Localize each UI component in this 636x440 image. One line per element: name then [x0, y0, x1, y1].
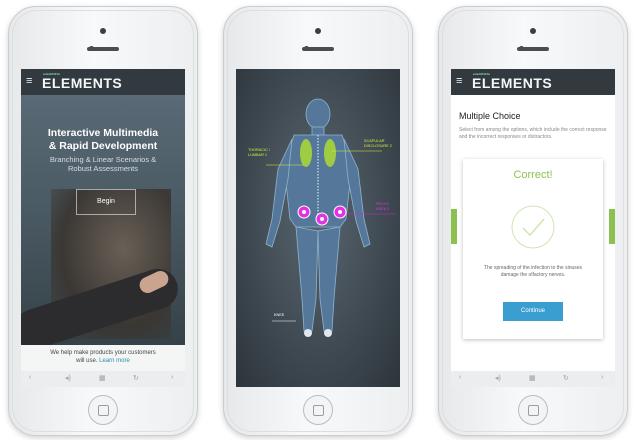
volume-icon[interactable]: ◂) [495, 374, 501, 382]
phone-3: ≡ eLEARNING ELEMENTS Multiple Choice Sel… [438, 6, 628, 436]
phone-1: ≡ eLEARNING ELEMENTS Interactive Multime… [8, 6, 198, 436]
camera-icon [315, 28, 321, 34]
footer-text-line1: We help make products your customers [50, 350, 156, 356]
hero-sub-line1: Branching & Linear Scenarios & [49, 155, 157, 164]
hamburger-icon[interactable]: ≡ [26, 76, 32, 87]
screen-2: THORACIC / LUMBAR 1 SCAPULAR DISCLOSURE … [236, 69, 400, 387]
screen-3: ≡ eLEARNING ELEMENTS Multiple Choice Sel… [451, 69, 615, 387]
grid-icon[interactable]: ▦ [99, 374, 106, 382]
camera-icon [530, 28, 536, 34]
feet [304, 329, 332, 337]
feedback-text: The spreading of the infection to the si… [483, 265, 583, 278]
app-header: ≡ eLEARNING ELEMENTS [451, 69, 615, 95]
pelvic-label: PELVIC AREA 3 [376, 202, 389, 212]
scapular-label: SCAPULAR DISCLOSURE 2 [364, 139, 392, 149]
speaker-grille [87, 47, 119, 51]
learn-more-link[interactable]: Learn more [99, 358, 130, 364]
pelvic-label-line2: AREA 3 [376, 207, 390, 211]
back-icon[interactable]: ‹ [29, 374, 31, 381]
refresh-icon[interactable]: ↻ [133, 374, 139, 382]
hero-subtitle: Branching & Linear Scenarios & Robust As… [29, 155, 177, 173]
hamburger-icon[interactable]: ≡ [456, 76, 462, 87]
question-instructions: Select from among the options, which inc… [459, 127, 607, 140]
app-header: ≡ eLEARNING ELEMENTS [21, 69, 185, 95]
brand-logo: ELEMENTS [42, 75, 123, 91]
footer-text: will use. [76, 358, 98, 364]
home-button[interactable] [518, 395, 548, 425]
browser-toolbar: ‹ ◂) ▦ ↻ › [21, 371, 185, 387]
hero-title: Interactive Multimedia & Rapid Developme… [29, 127, 177, 153]
hero-title-line1: Interactive Multimedia [47, 127, 159, 139]
forward-icon[interactable]: › [171, 374, 173, 381]
brand-logo: ELEMENTS [472, 75, 553, 91]
speaker-grille [302, 47, 334, 51]
question-title: Multiple Choice [459, 111, 521, 121]
footer-text-line2: will use. Learn more [21, 358, 185, 364]
camera-icon [100, 28, 106, 34]
forward-icon[interactable]: › [601, 374, 603, 381]
back-icon[interactable]: ‹ [459, 374, 461, 381]
grid-icon[interactable]: ▦ [529, 374, 536, 382]
thoracic-label-line2: LUMBAR 1 [248, 153, 267, 157]
footer-banner: We help make products your customers wil… [21, 345, 185, 371]
phone-2: THORACIC / LUMBAR 1 SCAPULAR DISCLOSURE … [223, 6, 413, 436]
hero-sub-line2: Robust Assessments [67, 164, 139, 173]
option-indicator-left [451, 209, 457, 244]
knee-label: KNEE [274, 313, 285, 317]
browser-toolbar: ‹ ◂) ▦ ↻ › [451, 371, 615, 387]
speaker-grille [517, 47, 549, 51]
screen-1: ≡ eLEARNING ELEMENTS Interactive Multime… [21, 69, 185, 387]
home-button[interactable] [303, 395, 333, 425]
continue-button[interactable]: Continue [503, 302, 563, 321]
result-title: Correct! [513, 169, 553, 181]
body-diagram [265, 98, 396, 337]
checkmark-icon [511, 205, 555, 249]
hero-title-line2: & Rapid Development [48, 140, 158, 152]
home-button[interactable] [88, 395, 118, 425]
volume-icon[interactable]: ◂) [65, 374, 71, 382]
refresh-icon[interactable]: ↻ [563, 374, 569, 382]
scapular-label-line2: DISCLOSURE 2 [364, 144, 392, 148]
begin-button[interactable]: Begin [76, 189, 136, 215]
option-indicator-right [609, 209, 615, 244]
thoracic-label: THORACIC / LUMBAR 1 [248, 148, 270, 158]
